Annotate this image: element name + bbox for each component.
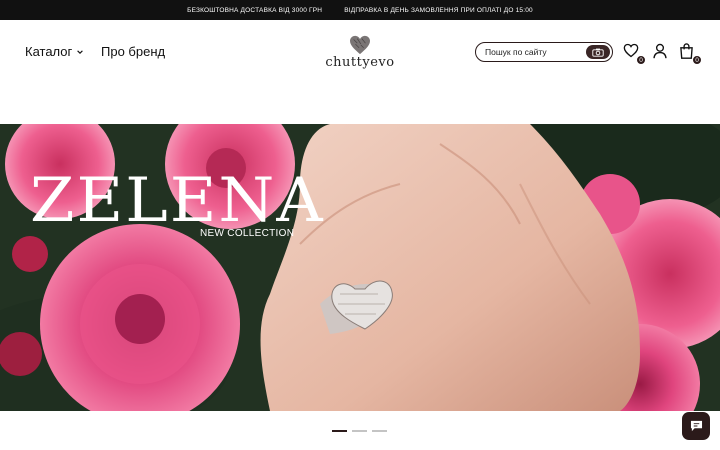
- nav-catalog[interactable]: Каталог: [25, 44, 84, 59]
- promo-free-delivery: БЕЗКОШТОВНА ДОСТАВКА ВІД 3000 ГРН: [187, 6, 323, 14]
- heart-logo-icon: [350, 35, 370, 55]
- slider-pagination: [332, 430, 387, 432]
- wishlist-count-badge: 0: [636, 55, 646, 65]
- camera-icon: [592, 48, 604, 57]
- cart-count-badge: 0: [692, 55, 702, 65]
- hero-subtitle: NEW COLLECTION: [200, 228, 295, 239]
- cart-button[interactable]: 0: [679, 43, 702, 65]
- nav-catalog-label: Каталог: [25, 44, 73, 59]
- promo-same-day-dispatch: ВІДПРАВКА В ДЕНЬ ЗАМОВЛЕННЯ ПРИ ОПЛАТІ Д…: [344, 6, 533, 14]
- brand-logo[interactable]: chuttyevo: [320, 35, 400, 75]
- wishlist-button[interactable]: 0: [623, 43, 646, 65]
- account-button[interactable]: [652, 43, 670, 61]
- hero-banner[interactable]: ZELENA NEW COLLECTION: [0, 124, 720, 411]
- site-header: Каталог Про бренд chuttyevo 0: [0, 20, 720, 124]
- hero-title: ZELENA: [30, 165, 325, 237]
- search-box: [475, 42, 613, 62]
- search-input[interactable]: [485, 47, 581, 57]
- user-icon: [653, 43, 667, 59]
- chevron-down-icon: [77, 49, 84, 54]
- image-search-button[interactable]: [586, 45, 610, 59]
- slider-dot-3[interactable]: [372, 430, 387, 432]
- promo-bar: БЕЗКОШТОВНА ДОСТАВКА ВІД 3000 ГРН ВІДПРА…: [0, 0, 720, 20]
- chat-button[interactable]: [682, 412, 710, 440]
- brand-logo-text: chuttyevo: [325, 55, 395, 70]
- slider-dot-1[interactable]: [332, 430, 347, 432]
- chat-icon: [690, 420, 702, 432]
- nav-about-brand[interactable]: Про бренд: [101, 44, 165, 59]
- slider-dot-2[interactable]: [352, 430, 367, 432]
- nav-about-brand-label: Про бренд: [101, 44, 166, 59]
